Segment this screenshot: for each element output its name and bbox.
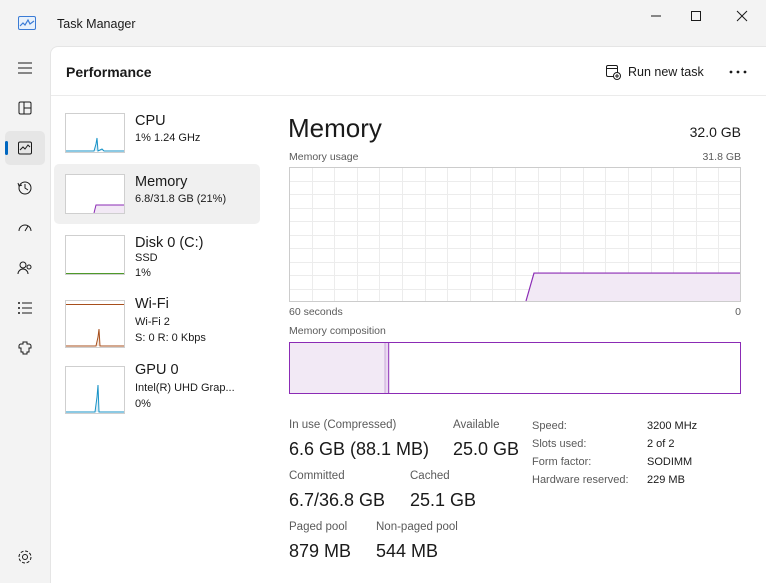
committed-value: 6.7/36.8 GB [289,490,386,510]
services-icon [18,341,32,355]
device-item-disk[interactable]: Disk 0 (C:) SSD 1% [54,225,260,285]
cached-label: Cached [410,470,450,482]
cached-value: 25.1 GB [410,490,477,510]
slots-used-label: Slots used: [532,438,587,450]
device-name: CPU [135,113,166,129]
users-icon [17,261,32,275]
device-name: Wi-Fi [135,296,169,312]
app-history-icon [17,181,32,195]
performance-icon [18,141,32,155]
minimize-icon [651,15,661,17]
more-options-button[interactable] [723,59,753,85]
nav-services[interactable] [5,331,45,365]
form-factor-value: SODIMM [647,456,693,468]
in-use-value: 6.6 GB (88.1 MB) [289,439,430,459]
maximize-button[interactable] [673,0,719,32]
device-item-memory[interactable]: Memory 6.8/31.8 GB (21%) [54,164,260,224]
title-bar: Task Manager [0,0,766,46]
performance-chart-icon [18,16,36,30]
nonpaged-pool-value: 544 MB [376,541,439,561]
paged-pool-label: Paged pool [289,521,348,533]
device-name: GPU 0 [135,362,179,378]
device-detail-secondary: 0% [135,398,151,410]
nav-details[interactable] [5,291,45,325]
startup-apps-icon [18,224,32,232]
slots-used-value: 2 of 2 [647,438,675,450]
device-detail-secondary: 1% [135,267,151,279]
processes-icon [18,101,32,115]
nav-users[interactable] [5,251,45,285]
page-title: Performance [66,64,152,80]
device-name: Memory [135,174,188,190]
memory-thumbnail-graph [65,174,125,214]
device-name: Disk 0 (C:) [135,235,204,251]
device-detail: Wi-Fi 2 [135,316,170,328]
time-axis-start: 60 seconds [289,306,343,318]
available-label: Available [453,419,500,431]
nav-performance[interactable] [5,131,45,165]
memory-usage-max: 31.8 GB [702,151,741,163]
disk-thumbnail-graph [65,235,125,275]
navigation-rail [0,46,50,583]
nav-app-history[interactable] [5,171,45,205]
device-item-gpu[interactable]: GPU 0 Intel(R) UHD Grap... 0% [54,356,260,416]
hamburger-menu-button[interactable] [5,51,45,85]
device-item-cpu[interactable]: CPU 1% 1.24 GHz [54,103,260,163]
window-title: Task Manager [57,17,136,31]
device-detail: Intel(R) UHD Grap... [135,382,235,394]
details-icon [18,302,32,314]
hamburger-menu-icon [18,62,32,74]
in-use-label: In use (Compressed) [289,419,397,431]
close-button[interactable] [719,0,765,32]
hardware-reserved-value: 229 MB [647,474,685,486]
cpu-thumbnail-graph [65,113,125,153]
resource-title: Memory [288,113,382,143]
modified-segment [385,343,389,393]
more-options-icon [729,70,747,74]
maximize-icon [691,11,701,21]
usage-area [526,273,740,301]
time-axis-end: 0 [735,306,741,318]
memory-total: 32.0 GB [689,124,741,140]
device-detail-secondary: S: 0 R: 0 Kbps [135,332,206,344]
nav-processes[interactable] [5,91,45,125]
speed-label: Speed: [532,420,567,432]
memory-composition-bar [289,342,741,394]
page-header: Performance Run new task [51,47,766,96]
device-detail: 6.8/31.8 GB (21%) [135,193,227,205]
in-use-segment [290,343,385,393]
nav-startup-apps[interactable] [5,211,45,245]
nonpaged-pool-label: Non-paged pool [376,521,458,533]
run-task-icon [606,65,621,80]
content-pane: Performance Run new task CPU 1% 1.24 GHz… [50,46,766,583]
nav-settings[interactable] [5,540,45,574]
available-value: 25.0 GB [453,439,520,459]
paged-pool-value: 879 MB [289,541,352,561]
device-detail: 1% 1.24 GHz [135,132,201,144]
memory-usage-graph [289,167,741,302]
form-factor-label: Form factor: [532,456,592,468]
run-new-task-label: Run new task [628,65,704,79]
settings-icon [18,550,32,564]
run-new-task-button[interactable]: Run new task [599,59,710,85]
gpu-thumbnail-graph [65,366,125,414]
wifi-thumbnail-graph [65,300,125,348]
speed-value: 3200 MHz [647,420,698,432]
device-detail: SSD [135,252,158,264]
memory-usage-label: Memory usage [289,151,359,163]
hardware-reserved-label: Hardware reserved: [532,474,629,486]
committed-label: Committed [289,470,345,482]
device-item-wifi[interactable]: Wi-Fi Wi-Fi 2 S: 0 R: 0 Kbps [54,290,260,350]
memory-composition-label: Memory composition [289,325,386,337]
close-icon [736,10,748,22]
